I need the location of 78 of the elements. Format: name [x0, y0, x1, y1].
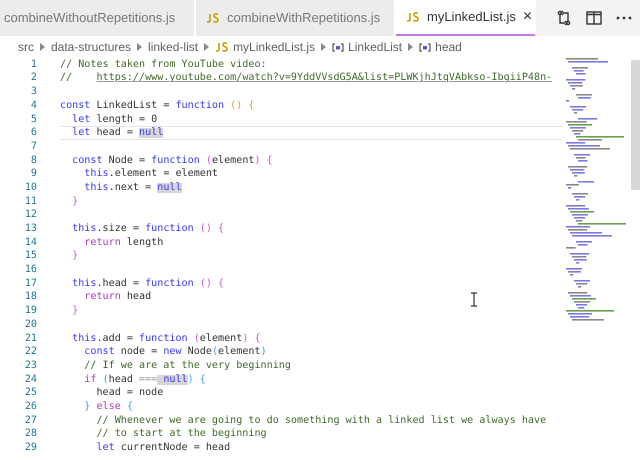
split-editor-icon[interactable] [586, 11, 602, 25]
code-line: } [71, 250, 78, 264]
editor-tab[interactable]: combineWithRepetitions.js [196, 0, 396, 36]
chevron-icon [408, 43, 414, 51]
line-number: 20 [24, 320, 37, 330]
close-tab-button[interactable]: × [522, 5, 532, 29]
code-line: this.element = element [83, 168, 218, 182]
code-line: head = node [95, 386, 164, 400]
code-line: const LinkedList = function () { [60, 99, 254, 113]
line-number: 8 [30, 156, 37, 166]
code-line: } [71, 194, 78, 209]
breadcrumb-item[interactable]: myLinkedList.js [215, 38, 316, 56]
compare-changes-icon[interactable] [556, 10, 572, 26]
line-number: 6 [30, 128, 37, 138]
code-line: // https://www.youtube.com/watch?v=9YddVVsdG5A&list=PLWKjhJtqVAbkso-IbgiiP48n- [60, 72, 552, 86]
code-line: return head [83, 290, 152, 304]
line-number: 19 [24, 306, 37, 316]
breadcrumb-item[interactable]: LinkedList [332, 38, 402, 56]
line-number: 24 [24, 374, 37, 385]
chevron-icon [40, 43, 45, 51]
line-number: 21 [24, 334, 37, 344]
breadcrumb-item[interactable]: linked-list [148, 38, 198, 56]
code-line: this.size = function () { [71, 222, 224, 236]
breadcrumb-item[interactable]: head [419, 38, 462, 56]
line-number: 27 [24, 416, 37, 426]
line-number: 26 [24, 402, 37, 412]
js-file-icon [206, 13, 220, 23]
chevron-icon [321, 43, 326, 51]
current-code-line: let head = null [60, 126, 562, 140]
line-number: 9 [30, 169, 37, 180]
code-line: this.add = function (element) { [71, 332, 261, 346]
line-number: 14 [24, 238, 37, 248]
line-number: 12 [24, 210, 37, 220]
line-number: 2 [30, 73, 37, 84]
code-line: const Node = function (element) { [71, 154, 273, 168]
line-number: 15 [24, 251, 37, 262]
code-line: } [71, 304, 78, 318]
code-line: // If we are at the very beginning [83, 359, 291, 373]
line-number: 17 [24, 278, 37, 289]
code-line: if (head === null) { [83, 372, 206, 386]
editor-tab[interactable]: myLinkedList.js × [396, 0, 536, 36]
code-line: this.next = null [83, 181, 182, 195]
line-number: 3 [30, 87, 37, 98]
js-file-icon [215, 42, 230, 52]
line-number: 13 [24, 224, 37, 234]
code-line: // to start at the beginning [95, 428, 267, 442]
line-number: 4 [30, 100, 37, 111]
scrollbar-thumb[interactable] [631, 60, 640, 190]
chevron-icon [137, 43, 142, 51]
line-number: 22 [24, 347, 37, 358]
code-line: } else { [83, 400, 133, 414]
line-number: 11 [24, 196, 37, 207]
line-number: 25 [24, 388, 37, 398]
line-number: 18 [24, 292, 37, 303]
variable-symbol-icon [332, 42, 344, 52]
js-file-icon [406, 12, 420, 22]
code-line: // Whenever we are going to do something with a linked list we always have [95, 414, 546, 428]
editor-tab[interactable]: combineWithoutRepetitions.js [0, 0, 196, 36]
line-number: 23 [24, 360, 37, 372]
line-number: 16 [24, 265, 37, 276]
line-number: 5 [30, 114, 37, 125]
code-line: let currentNode = head [95, 441, 230, 455]
code-line: // Notes taken from YouTube video: [60, 58, 267, 72]
code-line: return length [83, 236, 164, 250]
code-line: let length = 0 [71, 112, 158, 126]
more-actions-icon[interactable] [616, 16, 632, 20]
line-number: 29 [24, 443, 37, 454]
chevron-icon [204, 43, 210, 51]
code-line: const node = new Node(element) [83, 345, 267, 360]
variable-symbol-icon [419, 42, 432, 52]
line-number: 10 [24, 182, 37, 194]
breadcrumb-item[interactable]: data-structures [51, 38, 132, 56]
line-number: 28 [24, 429, 37, 440]
text-cursor-icon [470, 292, 478, 307]
line-number: 7 [30, 142, 37, 152]
line-number: 1 [30, 60, 37, 70]
breadcrumb-item[interactable]: src [18, 38, 34, 56]
code-line: this.head = function () { [71, 277, 224, 291]
